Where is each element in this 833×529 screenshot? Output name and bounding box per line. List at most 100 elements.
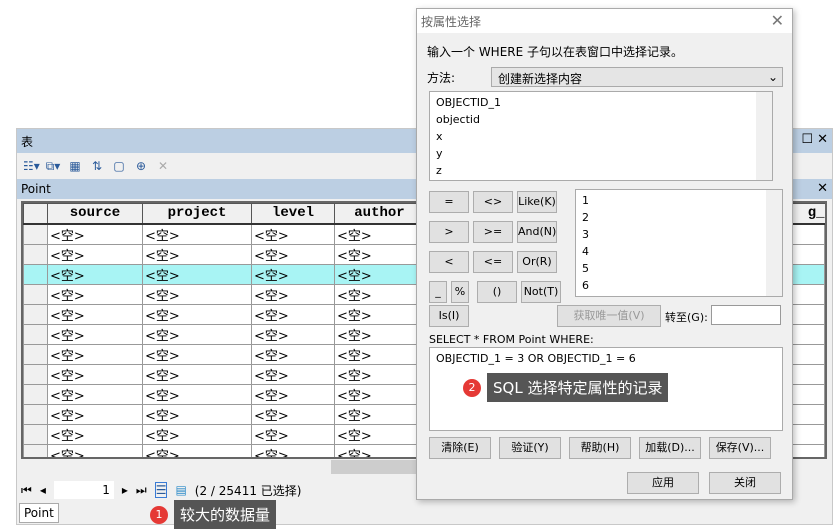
vertical-scrollbar[interactable] [766,190,782,296]
table-cell[interactable]: <空> [47,363,143,385]
value-list[interactable]: 123456 [575,189,783,297]
goto-input[interactable] [711,305,781,325]
table-cell[interactable]: <空> [251,263,335,285]
table-cell[interactable]: <空> [142,363,252,385]
field-item[interactable]: objectid [436,111,766,128]
operator-button[interactable]: And(N) [517,221,557,243]
table-cell[interactable]: <空> [251,383,335,405]
table-cell[interactable]: <空> [142,423,252,445]
row-selector[interactable] [23,283,48,305]
table-cell[interactable]: <空> [142,303,252,325]
action-button[interactable]: 验证(Y) [499,437,561,459]
table-cell[interactable]: <空> [334,423,425,445]
switch-selection-icon[interactable]: ⇅ [89,158,105,174]
row-selector[interactable] [23,343,48,365]
show-selected-records-icon[interactable]: ▤ [175,483,186,497]
table-cell[interactable]: <空> [47,323,143,345]
row-selector[interactable] [23,263,48,285]
table-cell[interactable]: <空> [251,423,335,445]
table-cell[interactable]: <空> [47,223,143,245]
apply-button[interactable]: 应用 [627,472,699,494]
table-cell[interactable]: <空> [47,263,143,285]
table-cell[interactable]: <空> [47,343,143,365]
column-header[interactable]: author [334,203,425,225]
table-cell[interactable]: <空> [334,343,425,365]
action-button[interactable]: 清除(E) [429,437,491,459]
table-cell[interactable]: <空> [334,443,425,457]
table-cell[interactable]: <空> [142,323,252,345]
operator-button[interactable]: Like(K) [517,191,557,213]
select-by-attributes-icon[interactable]: ▦ [67,158,83,174]
table-cell[interactable]: <空> [334,243,425,265]
table-cell[interactable]: <空> [334,303,425,325]
table-cell[interactable]: <空> [251,243,335,265]
operator-button[interactable]: Not(T) [521,281,561,303]
table-cell[interactable]: <空> [251,283,335,305]
value-item[interactable]: 6 [582,277,776,294]
table-cell[interactable]: <空> [47,243,143,265]
operator-button[interactable]: = [429,191,469,213]
table-cell[interactable]: <空> [251,363,335,385]
operator-button[interactable]: () [477,281,517,303]
table-cell[interactable]: <空> [142,263,252,285]
window-controls[interactable]: ☐ ✕ [801,132,828,147]
show-all-records-icon[interactable]: ☰ [154,482,168,498]
field-item[interactable]: y [436,145,766,162]
value-item[interactable]: 3 [582,226,776,243]
close-button[interactable]: 关闭 [709,472,781,494]
table-cell[interactable]: <空> [47,423,143,445]
operator-button[interactable]: % [451,281,469,303]
table-cell[interactable]: <空> [47,303,143,325]
table-cell[interactable]: <空> [47,283,143,305]
row-selector[interactable] [23,443,48,457]
method-select[interactable]: 创建新选择内容 ⌄ [491,67,783,87]
table-cell[interactable]: <空> [334,223,425,245]
field-list[interactable]: OBJECTID_1 objectid x y z [429,91,773,181]
row-selector[interactable] [23,223,48,245]
operator-button[interactable]: > [429,221,469,243]
next-record-icon[interactable]: ▸ [122,483,128,497]
table-cell[interactable]: <空> [251,303,335,325]
table-options-icon[interactable]: ☷▾ [23,158,40,174]
last-record-icon[interactable]: ⏭ [136,483,147,498]
table-cell[interactable]: <空> [142,403,252,425]
value-item[interactable]: 5 [582,260,776,277]
page-input[interactable]: 1 [53,481,114,499]
table-cell[interactable]: <空> [142,343,252,365]
close-icon[interactable]: ✕ [771,11,784,30]
table-cell[interactable]: <空> [47,383,143,405]
column-header[interactable]: level [251,203,335,225]
operator-button[interactable]: <= [473,251,513,273]
row-selector[interactable] [23,383,48,405]
value-item[interactable]: 2 [582,209,776,226]
vertical-scrollbar[interactable] [756,92,772,180]
related-tables-icon[interactable]: ⧉▾ [45,158,61,174]
get-unique-values-button[interactable]: 获取唯一值(V) [557,305,661,327]
delete-icon[interactable]: ✕ [155,158,171,174]
action-button[interactable]: 加载(D)... [639,437,701,459]
operator-button[interactable]: >= [473,221,513,243]
table-cell[interactable]: <空> [334,363,425,385]
close-icon[interactable]: ✕ [817,181,828,196]
operator-button[interactable]: _ [429,281,447,303]
table-cell[interactable]: <空> [142,443,252,457]
operator-button[interactable]: Or(R) [517,251,557,273]
first-record-icon[interactable]: ⏮ [21,483,32,498]
table-cell[interactable]: <空> [334,403,425,425]
bottom-tab-point[interactable]: Point [19,503,59,523]
table-cell[interactable]: <空> [251,343,335,365]
table-cell[interactable]: <空> [142,383,252,405]
row-selector[interactable] [23,403,48,425]
table-cell[interactable]: <空> [47,443,143,457]
operator-button[interactable]: < [429,251,469,273]
table-cell[interactable]: <空> [142,243,252,265]
table-cell[interactable]: <空> [251,443,335,457]
prev-record-icon[interactable]: ◂ [40,483,46,497]
table-cell[interactable]: <空> [142,283,252,305]
table-cell[interactable]: <空> [334,283,425,305]
row-selector[interactable] [23,363,48,385]
zoom-to-selected-icon[interactable]: ⊕ [133,158,149,174]
table-cell[interactable]: <空> [334,323,425,345]
table-cell[interactable]: <空> [251,403,335,425]
row-selector[interactable] [23,243,48,265]
